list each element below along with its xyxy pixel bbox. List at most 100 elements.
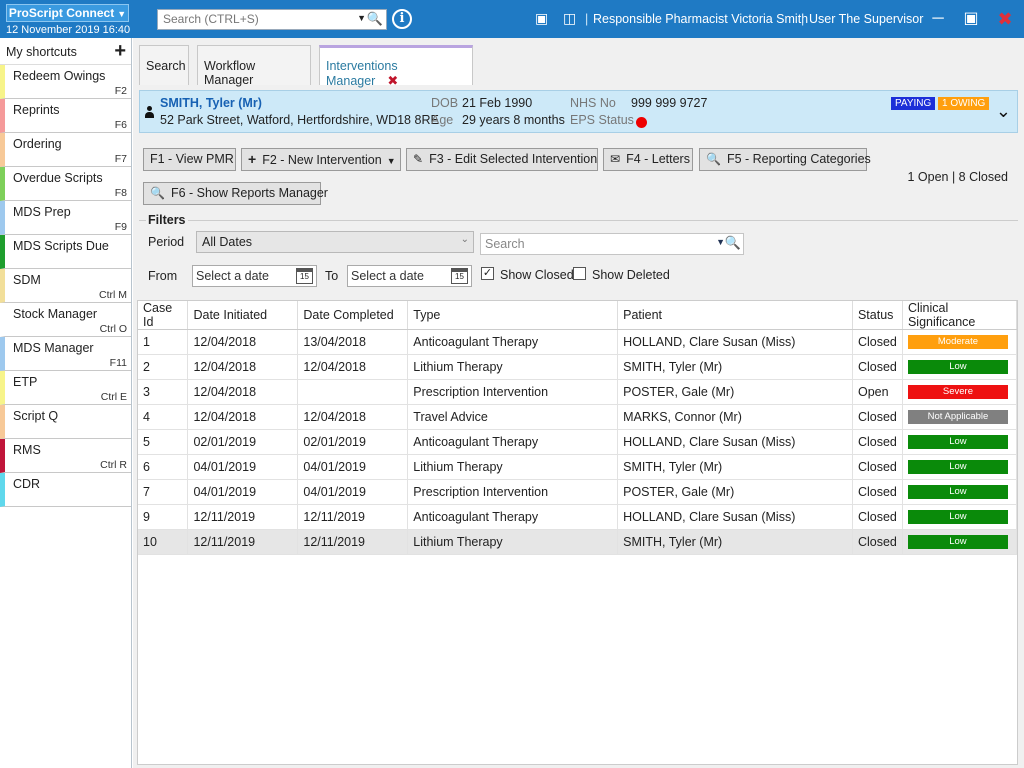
tab-workflow-manager[interactable]: Workflow Manager: [197, 45, 311, 87]
sidebar-item[interactable]: Stock Manager Ctrl O: [0, 303, 131, 337]
responsible-pharmacist[interactable]: Responsible Pharmacist Victoria Smith: [593, 12, 808, 26]
sidebar-item[interactable]: Reprints F6: [0, 99, 131, 133]
report-icon: 🔍: [706, 152, 721, 166]
scanner-icon[interactable]: ◫: [563, 10, 576, 27]
sidebar-item[interactable]: Overdue Scripts F8: [0, 167, 131, 201]
cell-initiated: 12/04/2018: [187, 354, 299, 380]
tab-search[interactable]: Search: [139, 45, 189, 85]
table-row[interactable]: 4 12/04/2018 12/04/2018 Travel Advice MARKS,…: [138, 404, 1018, 430]
table-row[interactable]: 3 12/04/2018 Prescription Intervention POST…: [138, 379, 1018, 405]
period-select[interactable]: All Dates ⌄: [196, 231, 474, 253]
eps-label: EPS Status: [570, 113, 634, 127]
table-row[interactable]: 10 12/11/2019 12/11/2019 Lithium Therapy SMI…: [138, 529, 1018, 555]
shortcuts-title: My shortcuts: [6, 45, 77, 59]
sidebar-item-label: Ordering: [13, 137, 62, 151]
cell-id: 7: [138, 479, 189, 505]
column-header[interactable]: Date Completed: [297, 301, 409, 330]
sidebar-item[interactable]: MDS Prep F9: [0, 201, 131, 235]
column-header[interactable]: Status: [852, 301, 903, 330]
sidebar-item[interactable]: SDM Ctrl M: [0, 269, 131, 303]
search-dropdown-icon[interactable]: ▼: [357, 13, 366, 23]
new-intervention-button[interactable]: + F2 - New Intervention ▼: [241, 148, 401, 171]
sidebar-item[interactable]: CDR: [0, 473, 131, 507]
table-row[interactable]: 5 02/01/2019 02/01/2019 Anticoagulant Thera…: [138, 429, 1018, 455]
button-label: F3 - Edit Selected Intervention: [429, 152, 598, 166]
barcode-icon[interactable]: ▣: [535, 10, 548, 27]
show-closed-checkbox[interactable]: ✓: [481, 267, 494, 280]
sidebar-item[interactable]: MDS Manager F11: [0, 337, 131, 371]
button-label: F5 - Reporting Categories: [726, 152, 871, 166]
search-icon[interactable]: 🔍: [725, 235, 741, 251]
sidebar-item[interactable]: Ordering F7: [0, 133, 131, 167]
letters-button[interactable]: ✉ F4 - Letters: [603, 148, 693, 171]
app-menu-button[interactable]: ProScript Connect ▼: [6, 4, 129, 22]
sidebar-item[interactable]: Script Q: [0, 405, 131, 439]
table-row[interactable]: 6 04/01/2019 04/01/2019 Lithium Therapy SMIT…: [138, 454, 1018, 480]
patient-name[interactable]: SMITH, Tyler (Mr): [160, 96, 262, 110]
view-pmr-button[interactable]: F1 - View PMR: [143, 148, 236, 171]
cell-initiated: 04/01/2019: [187, 454, 299, 480]
to-date-input[interactable]: Select a date 15: [347, 265, 472, 287]
significance-badge: Low: [907, 485, 1008, 499]
minimize-icon[interactable]: ─: [927, 8, 949, 30]
table-row[interactable]: 2 12/04/2018 12/04/2018 Lithium Therapy SMIT…: [138, 354, 1018, 380]
sidebar-item-label: Overdue Scripts: [13, 171, 103, 185]
sidebar-item[interactable]: Redeem Owings F2: [0, 65, 131, 99]
table-row[interactable]: 7 04/01/2019 04/01/2019 Prescription Interv…: [138, 479, 1018, 505]
global-search-input[interactable]: Search (CTRL+S) ▼ 🔍: [157, 9, 387, 30]
button-label: F1 - View PMR: [150, 152, 234, 166]
table-row[interactable]: 1 12/04/2018 13/04/2018 Anticoagulant Thera…: [138, 329, 1018, 355]
table-body: 1 12/04/2018 13/04/2018 Anticoagulant Thera…: [138, 329, 1018, 555]
sidebar-item-label: Script Q: [13, 409, 59, 423]
patient-banner: SMITH, Tyler (Mr) 52 Park Street, Watfor…: [139, 90, 1018, 133]
tab-interventions-manager[interactable]: Interventions Manager ✖: [319, 45, 473, 88]
cell-id: 2: [138, 354, 189, 380]
filter-search-input[interactable]: Search ▼ 🔍: [480, 233, 744, 255]
show-deleted-checkbox[interactable]: [573, 267, 586, 280]
cell-patient: SMITH, Tyler (Mr): [617, 454, 853, 480]
column-header[interactable]: Case Id: [138, 301, 189, 330]
reports-manager-button[interactable]: 🔍 F6 - Show Reports Manager: [143, 182, 328, 205]
edit-intervention-button[interactable]: ✎ F3 - Edit Selected Intervention: [406, 148, 598, 171]
global-search-placeholder: Search (CTRL+S): [163, 12, 259, 26]
shortcuts-sidebar: My shortcuts + Redeem Owings F2 Reprints F6 O…: [0, 38, 132, 768]
significance-badge: Low: [907, 435, 1008, 449]
search-icon[interactable]: 🔍: [367, 11, 383, 27]
calendar-icon[interactable]: 15: [451, 268, 468, 284]
significance-badge: Low: [907, 360, 1008, 374]
sidebar-item[interactable]: MDS Scripts Due: [0, 235, 131, 269]
cell-patient: MARKS, Connor (Mr): [617, 404, 853, 430]
chevron-down-icon[interactable]: ▼: [716, 237, 725, 247]
letters-icon: ✉: [610, 152, 621, 166]
filters-panel: Filters Period All Dates ⌄ Search ▼ 🔍 From …: [139, 213, 1018, 290]
table-row[interactable]: 9 12/11/2019 12/11/2019 Anticoagulant Thera…: [138, 504, 1018, 530]
cell-patient: SMITH, Tyler (Mr): [617, 529, 853, 555]
nhs-value: 999 999 9727: [631, 96, 708, 110]
close-tab-icon[interactable]: ✖: [387, 73, 398, 88]
calendar-icon[interactable]: 15: [296, 268, 313, 284]
info-icon[interactable]: i: [392, 9, 412, 29]
cell-significance: Low: [902, 529, 1018, 555]
show-deleted-label[interactable]: Show Deleted: [592, 268, 670, 282]
sidebar-item[interactable]: ETP Ctrl E: [0, 371, 131, 405]
sidebar-item[interactable]: RMS Ctrl R: [0, 439, 131, 473]
reporting-categories-button[interactable]: 🔍 F5 - Reporting Categories: [699, 148, 871, 171]
cell-initiated: 12/11/2019: [187, 529, 299, 555]
expand-chevron-icon[interactable]: ⌄: [996, 101, 1011, 122]
cell-completed: [297, 379, 409, 405]
add-shortcut-icon[interactable]: +: [114, 40, 126, 63]
close-icon[interactable]: ✖: [994, 8, 1016, 30]
current-user[interactable]: User The Supervisor: [809, 12, 923, 26]
significance-badge: Not Applicable: [907, 410, 1008, 424]
cell-initiated: 12/04/2018: [187, 379, 299, 405]
column-header[interactable]: Type: [407, 301, 619, 330]
column-header[interactable]: Patient: [617, 301, 853, 330]
column-header[interactable]: Clinical Significance: [902, 301, 1018, 330]
cell-status: Closed: [852, 404, 903, 430]
column-header[interactable]: Date Initiated: [187, 301, 299, 330]
show-closed-label[interactable]: Show Closed: [500, 268, 574, 282]
tab-label: Search: [146, 59, 186, 73]
from-date-input[interactable]: Select a date 15: [192, 265, 317, 287]
maximize-icon[interactable]: ▣: [960, 8, 982, 30]
plus-icon: +: [248, 151, 257, 167]
